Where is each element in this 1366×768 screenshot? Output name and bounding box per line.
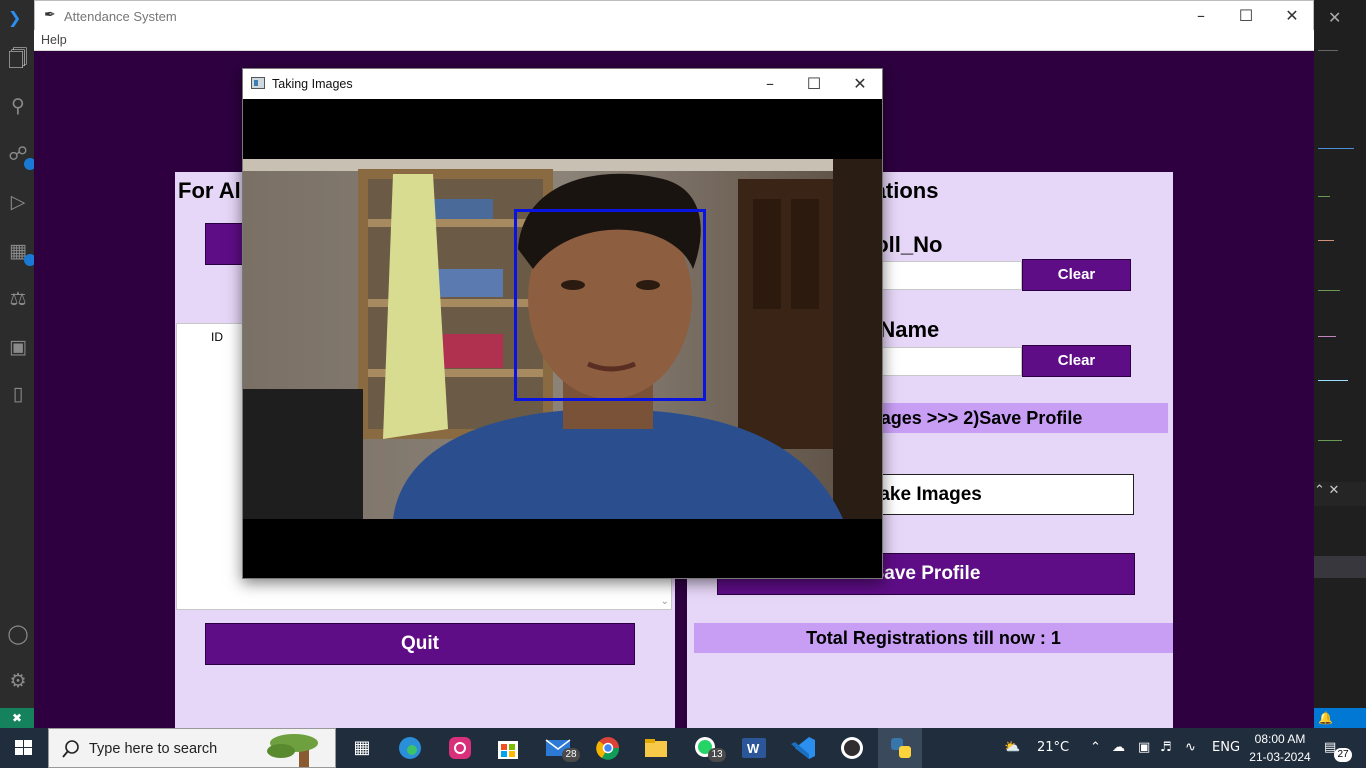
maximize-button[interactable]: ☐ xyxy=(1231,5,1261,27)
clear-name-button[interactable]: Clear xyxy=(1022,345,1131,377)
word-icon[interactable]: W xyxy=(740,735,768,761)
python-icon xyxy=(891,738,911,758)
instagram-icon[interactable] xyxy=(446,735,474,761)
camera-feed xyxy=(243,159,882,519)
accounts-icon[interactable]: ◯ xyxy=(7,623,29,645)
clock[interactable]: 08:00 AM 21-03-2024 xyxy=(1248,730,1312,766)
app-title: Attendance System xyxy=(64,9,177,24)
vscode-logo-icon: ❯ xyxy=(8,8,22,27)
bookmark-icon[interactable]: ▯ xyxy=(7,383,29,405)
clock-time: 08:00 AM xyxy=(1254,732,1306,746)
testing-icon[interactable]: ⚖ xyxy=(7,288,29,310)
show-hidden-icons[interactable]: ⌃ xyxy=(1090,728,1101,768)
task-view-icon[interactable]: ▦ xyxy=(348,735,376,761)
clock-date: 21-03-2024 xyxy=(1249,750,1311,764)
close-button[interactable]: ✕ xyxy=(1277,5,1307,27)
notifications-badge: 27 xyxy=(1334,748,1352,762)
taskbar-search-box[interactable]: Type here to search xyxy=(48,728,336,768)
feather-icon: ✒ xyxy=(44,7,56,23)
search-placeholder: Type here to search xyxy=(89,741,218,757)
run-debug-icon[interactable]: ▷ xyxy=(7,191,29,213)
clear-roll-button[interactable]: Clear xyxy=(1022,259,1131,291)
settings-gear-icon[interactable]: ⚙ xyxy=(7,670,29,692)
remote-explorer-icon[interactable]: ▣ xyxy=(7,336,29,358)
selected-row xyxy=(1314,556,1366,578)
menu-help[interactable]: Help xyxy=(41,33,67,47)
taskbar: Type here to search ▦ 28 13 W ⛅ 21°C ⌃ ☁… xyxy=(0,728,1366,768)
panel-header: ⌃ ✕ xyxy=(1314,482,1366,506)
total-registrations-bar: Total Registrations till now : 1 xyxy=(694,623,1173,653)
mail-badge: 28 xyxy=(562,748,580,762)
notifications-icon[interactable]: ▤ xyxy=(1324,728,1336,768)
whatsapp-badge: 13 xyxy=(708,748,726,762)
meet-now-icon[interactable]: ▣ xyxy=(1138,728,1150,768)
camera-close-button[interactable]: ✕ xyxy=(845,73,875,95)
start-button[interactable] xyxy=(0,728,48,768)
status-bar-item[interactable]: 🔔 xyxy=(1314,708,1366,728)
edge-icon[interactable] xyxy=(396,735,424,761)
vscode-taskbar-icon[interactable] xyxy=(789,735,817,761)
search-icon[interactable]: ⚲ xyxy=(7,95,29,117)
camera-title: Taking Images xyxy=(272,77,353,91)
table-column-id: ID xyxy=(211,330,223,344)
close-icon[interactable]: ✕ xyxy=(1328,8,1341,28)
svg-text:W: W xyxy=(747,741,760,756)
language-indicator[interactable]: ENG xyxy=(1212,728,1240,768)
volume-icon[interactable]: ♬ xyxy=(1160,728,1172,768)
chrome-icon[interactable] xyxy=(594,735,622,761)
onedrive-icon[interactable]: ☁ xyxy=(1112,728,1125,768)
minimize-button[interactable]: – xyxy=(1186,5,1216,27)
app-titlebar: ✒ Attendance System – ☐ ✕ xyxy=(34,0,1314,30)
vscode-activity-bar: ❯ 🗍 ⚲ ☍ ▷ ▦ ⚖ ▣ ▯ ◯ ⚙ ✖ xyxy=(0,0,36,728)
vscode-editor-edge: ✕ ⌃ ✕ 🔔 xyxy=(1314,0,1366,728)
opencv-window-icon xyxy=(251,77,265,89)
camera-maximize-button[interactable]: ☐ xyxy=(799,73,829,95)
search-icon xyxy=(62,740,79,758)
menubar: Help xyxy=(34,30,1314,51)
wifi-icon[interactable]: ∿ xyxy=(1185,728,1196,768)
windows-logo-icon xyxy=(15,740,32,755)
file-explorer-icon[interactable] xyxy=(642,735,670,761)
camera-titlebar: Taking Images – ☐ ✕ xyxy=(243,69,882,99)
weather-temp[interactable]: 21°C xyxy=(1037,728,1069,768)
quit-button[interactable]: Quit xyxy=(205,623,635,665)
taking-images-window: Taking Images – ☐ ✕ xyxy=(242,68,883,579)
search-highlight-tree-icon xyxy=(267,734,318,767)
obs-icon[interactable] xyxy=(838,735,866,761)
weather-icon[interactable]: ⛅ xyxy=(1004,728,1020,768)
remote-indicator-icon[interactable]: ✖ xyxy=(0,708,34,728)
camera-minimize-button[interactable]: – xyxy=(755,73,785,95)
face-detection-box xyxy=(514,209,706,401)
python-taskbar-active[interactable] xyxy=(878,728,922,768)
scroll-down-icon[interactable]: ⌄ xyxy=(661,596,669,607)
explorer-icon[interactable]: 🗍 xyxy=(7,48,29,70)
store-icon[interactable] xyxy=(494,735,522,761)
